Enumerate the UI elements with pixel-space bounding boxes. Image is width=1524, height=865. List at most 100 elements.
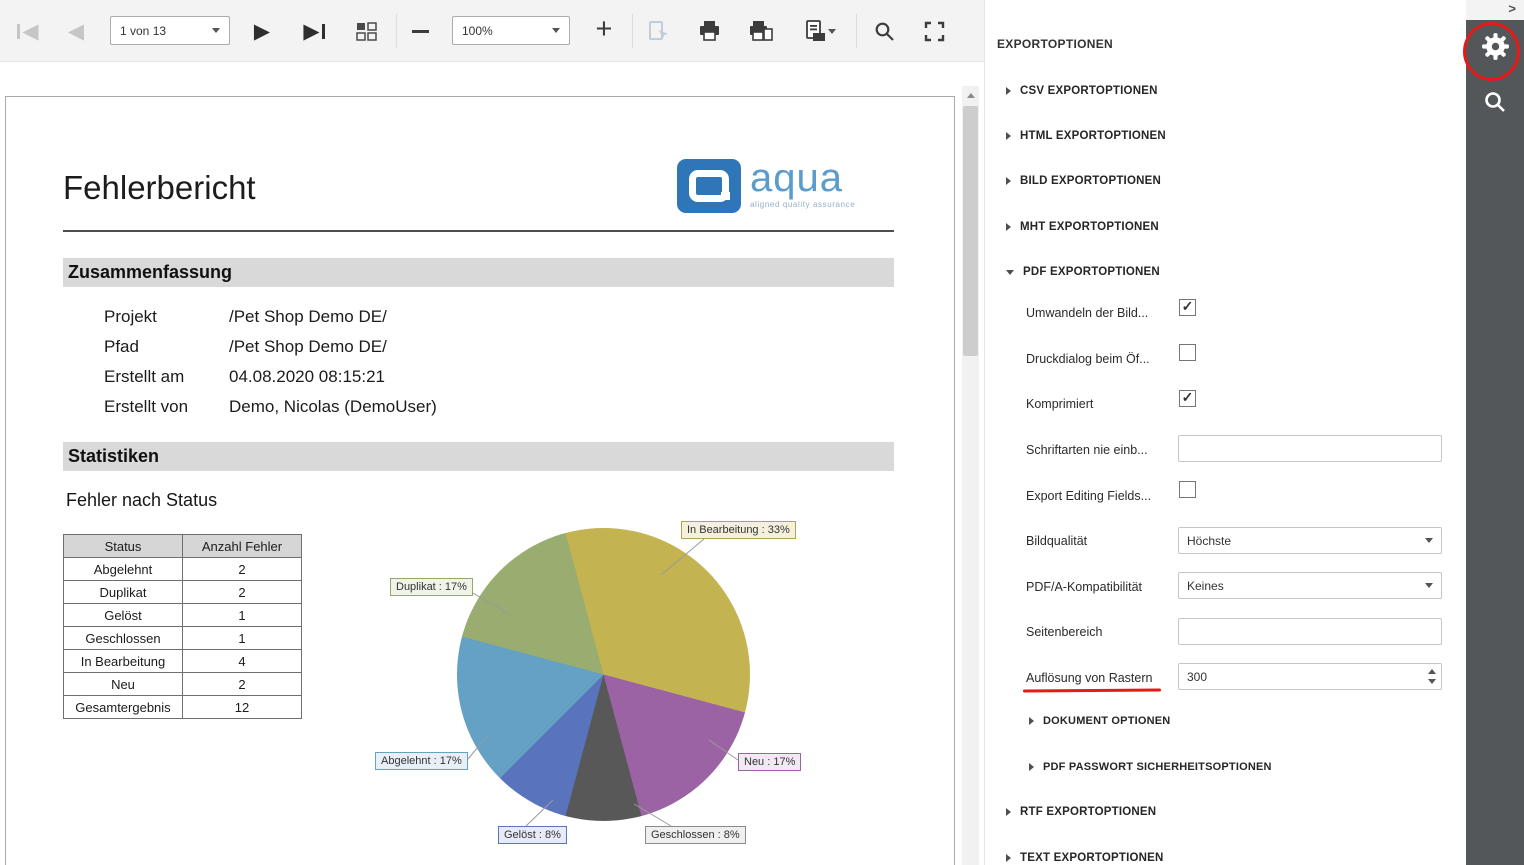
annotation-red-underline <box>1023 689 1161 692</box>
chevron-right-icon <box>1029 763 1034 771</box>
chevron-right-icon <box>1006 87 1011 95</box>
select-pdfa-compat-value: Keines <box>1187 579 1425 593</box>
section-rtf-exportoptions[interactable]: RTF EXPORTOPTIONEN <box>1006 805 1156 819</box>
section-html-exportoptions[interactable]: HTML EXPORTOPTIONEN <box>1006 129 1166 143</box>
first-page-button[interactable]: ◀ <box>8 10 48 52</box>
checkbox-print-dialog[interactable] <box>1179 344 1196 361</box>
raster-resolution-input[interactable] <box>1179 665 1409 688</box>
next-page-button[interactable]: ▶ <box>242 10 282 52</box>
next-page-icon: ▶ <box>254 21 270 42</box>
chart-subheading: Fehler nach Status <box>66 490 217 511</box>
section-dokument-optionen[interactable]: DOKUMENT OPTIONEN <box>1029 714 1170 728</box>
zoom-selector[interactable]: 100% <box>452 16 570 45</box>
rail-body <box>1466 20 1524 865</box>
zoom-out-button[interactable] <box>402 10 438 52</box>
table-row: Gelöst 1 <box>64 604 302 627</box>
summary-row: Projekt /Pet Shop Demo DE/ <box>104 302 387 332</box>
section-csv-exportoptions[interactable]: CSV EXPORTOPTIONEN <box>1006 84 1158 98</box>
section-pdf-exportoptions[interactable]: PDF EXPORTOPTIONEN <box>1006 265 1160 279</box>
chevron-right-icon <box>1006 854 1011 862</box>
table-cell: Gelöst <box>64 604 183 627</box>
spinner-down-icon[interactable] <box>1428 679 1436 684</box>
printer-icon <box>698 20 721 42</box>
scroll-up-button[interactable] <box>962 86 979 104</box>
label-export-editing-fields: Export Editing Fields... <box>1026 489 1151 503</box>
table-cell: 2 <box>183 581 302 604</box>
label-image-quality: Bildqualität <box>1026 534 1087 548</box>
section-pdf-passwort-sicherheitsoptionen[interactable]: PDF PASSWORT SICHERHEITSOPTIONEN <box>1029 760 1272 774</box>
input-never-embed-fonts[interactable] <box>1178 435 1442 462</box>
chevron-down-icon <box>552 28 560 33</box>
toolbar-separator <box>632 14 633 48</box>
table-cell: 4 <box>183 650 302 673</box>
search-tool-button[interactable] <box>1466 82 1524 122</box>
statistics-heading: Statistiken <box>63 442 894 471</box>
export-document-button[interactable] <box>792 10 848 52</box>
checkbox-export-editing-fields[interactable] <box>1179 481 1196 498</box>
multi-page-icon <box>355 21 378 42</box>
printer-page-icon <box>749 20 773 42</box>
pie-callout-abgelehnt: Abgelehnt : 17% <box>375 752 468 770</box>
minus-icon <box>412 30 429 33</box>
fullscreen-button[interactable] <box>912 10 956 52</box>
print-page-button[interactable] <box>740 10 782 52</box>
pie-callout-duplikat: Duplikat : 17% <box>390 578 473 596</box>
document-page: Fehlerbericht aqua aligned quality assur… <box>5 96 955 865</box>
page-selector[interactable]: 1 von 13 <box>110 16 230 45</box>
section-bild-exportoptions[interactable]: BILD EXPORTOPTIONEN <box>1006 174 1161 188</box>
scrollbar-thumb[interactable] <box>963 106 978 356</box>
section-mht-exportoptions[interactable]: MHT EXPORTOPTIONEN <box>1006 220 1159 234</box>
chevron-down-icon <box>1425 583 1433 588</box>
checkbox-convert-images[interactable] <box>1179 299 1196 316</box>
input-page-range[interactable] <box>1178 618 1442 645</box>
aqua-logo-icon <box>677 159 741 213</box>
zoom-in-button[interactable]: + <box>584 10 624 52</box>
spinner-raster-resolution[interactable] <box>1178 663 1442 690</box>
fullscreen-icon <box>924 21 945 42</box>
collapse-panel-chevron[interactable]: > <box>1508 1 1516 16</box>
page-layout-button[interactable] <box>344 10 388 52</box>
spinner-buttons[interactable] <box>1428 669 1436 684</box>
label-raster-resolution: Auflösung von Rastern <box>1026 671 1152 685</box>
pie-callout-geloest: Gelöst : 8% <box>498 826 567 844</box>
previous-page-button[interactable]: ◀ <box>56 10 96 52</box>
summary-heading: Zusammenfassung <box>63 258 894 287</box>
previous-page-icon: ◀ <box>68 21 84 42</box>
chevron-right-icon <box>1006 223 1011 231</box>
search-button[interactable] <box>864 10 904 52</box>
options-gear-button[interactable] <box>1466 26 1524 66</box>
table-cell: Gesamtergebnis <box>64 696 183 719</box>
first-page-icon <box>17 24 20 39</box>
chevron-down-icon <box>1425 538 1433 543</box>
table-row: Geschlossen 1 <box>64 627 302 650</box>
checkbox-compressed[interactable] <box>1179 390 1196 407</box>
select-image-quality[interactable]: Höchste <box>1178 527 1442 554</box>
chevron-right-icon <box>1006 177 1011 185</box>
title-divider <box>63 230 894 232</box>
last-page-button[interactable]: ▶ <box>292 10 336 52</box>
summary-row: Erstellt von Demo, Nicolas (DemoUser) <box>104 392 437 422</box>
select-pdfa-compat[interactable]: Keines <box>1178 572 1442 599</box>
search-icon <box>874 21 895 42</box>
export-document-icon <box>804 20 826 42</box>
section-text-exportoptions[interactable]: TEXT EXPORTOPTIONEN <box>1006 851 1164 865</box>
highlight-editing-fields-button[interactable] <box>640 10 678 52</box>
table-row: In Bearbeitung 4 <box>64 650 302 673</box>
vertical-scrollbar[interactable] <box>962 86 979 865</box>
table-cell: Abgelehnt <box>64 558 183 581</box>
select-image-quality-value: Höchste <box>1187 534 1425 548</box>
chevron-down-icon <box>828 29 836 34</box>
print-button[interactable] <box>688 10 730 52</box>
spinner-up-icon[interactable] <box>1428 669 1436 674</box>
table-cell: In Bearbeitung <box>64 650 183 673</box>
table-cell: Geschlossen <box>64 627 183 650</box>
report-title: Fehlerbericht <box>63 169 256 207</box>
summary-row: Erstellt am 04.08.2020 08:15:21 <box>104 362 385 392</box>
label-pdfa-compat: PDF/A-Kompatibilität <box>1026 580 1142 594</box>
chevron-right-icon <box>1029 717 1034 725</box>
table-row: Neu 2 <box>64 673 302 696</box>
column-header: Anzahl Fehler <box>183 535 302 558</box>
page-selector-value: 1 von 13 <box>120 24 212 38</box>
label-compressed: Komprimiert <box>1026 397 1093 411</box>
rail-header: > <box>1466 0 1524 20</box>
